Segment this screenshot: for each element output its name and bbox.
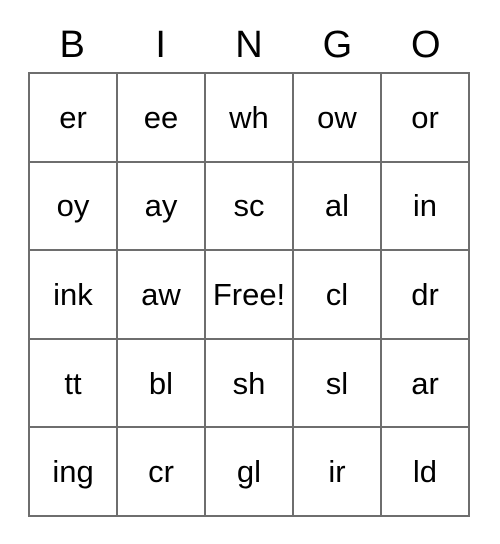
bingo-cell-label: aw bbox=[141, 276, 181, 312]
bingo-grid-row: ing cr gl ir ld bbox=[30, 428, 470, 517]
bingo-cell[interactable]: sc bbox=[206, 162, 294, 252]
bingo-cell[interactable]: in bbox=[382, 162, 470, 252]
bingo-cell-label: sh bbox=[232, 365, 266, 401]
bingo-cell-label: cl bbox=[325, 276, 349, 312]
bingo-grid-row: tt bl sh sl ar bbox=[30, 339, 470, 429]
bingo-cell-label: in bbox=[412, 188, 438, 224]
bingo-cell-label: ir bbox=[328, 454, 346, 490]
bingo-cell[interactable]: aw bbox=[118, 251, 206, 340]
bingo-cell[interactable]: gl bbox=[206, 428, 294, 517]
bingo-cell-label: ow bbox=[317, 99, 357, 135]
bingo-cell[interactable]: ar bbox=[382, 339, 470, 429]
bingo-cell-label: tt bbox=[64, 365, 82, 401]
bingo-header-letter-n: N bbox=[235, 24, 263, 66]
bingo-cell[interactable]: er bbox=[30, 74, 118, 163]
bingo-cell-label: sl bbox=[325, 365, 349, 401]
bingo-cell-label: oy bbox=[56, 188, 90, 224]
bingo-header-letter-o: O bbox=[411, 24, 441, 66]
bingo-header-row: B I N G O bbox=[28, 18, 470, 72]
bingo-cell[interactable]: tt bbox=[30, 339, 118, 429]
bingo-cell[interactable]: cl bbox=[294, 251, 382, 340]
bingo-cell-label: cr bbox=[148, 454, 174, 490]
bingo-cell-label: wh bbox=[229, 99, 269, 135]
bingo-cell-label: al bbox=[324, 188, 350, 224]
bingo-cell-label: ay bbox=[144, 188, 178, 224]
bingo-header-letter-b: B bbox=[59, 24, 85, 66]
bingo-cell-label: er bbox=[59, 99, 87, 135]
bingo-cell-label: dr bbox=[411, 276, 439, 312]
bingo-cell[interactable]: oy bbox=[30, 162, 118, 252]
bingo-cell[interactable]: ld bbox=[382, 428, 470, 517]
bingo-cell-label: sc bbox=[233, 188, 265, 224]
bingo-grid-row: er ee wh ow or bbox=[30, 74, 470, 163]
bingo-cell[interactable]: sl bbox=[294, 339, 382, 429]
bingo-cell[interactable]: ay bbox=[118, 162, 206, 252]
bingo-cell[interactable]: bl bbox=[118, 339, 206, 429]
bingo-cell[interactable]: wh bbox=[206, 74, 294, 163]
bingo-card: B I N G O er ee wh ow or oy ay sc al in … bbox=[28, 18, 470, 517]
bingo-grid-row: oy ay sc al in bbox=[30, 162, 470, 252]
bingo-cell-label: gl bbox=[236, 454, 262, 490]
bingo-header-letter-i: I bbox=[155, 24, 166, 66]
bingo-cell[interactable]: ir bbox=[294, 428, 382, 517]
bingo-cell-label: ing bbox=[52, 454, 94, 490]
bingo-cell[interactable]: or bbox=[382, 74, 470, 163]
bingo-cell[interactable]: ink bbox=[30, 251, 118, 340]
bingo-cell[interactable]: cr bbox=[118, 428, 206, 517]
bingo-free-space-label: Free! bbox=[212, 276, 286, 312]
bingo-cell-label: or bbox=[411, 99, 439, 135]
bingo-cell-label: ee bbox=[143, 99, 179, 135]
bingo-cell-label: ld bbox=[412, 454, 438, 490]
bingo-free-space-cell[interactable]: Free! bbox=[206, 251, 294, 340]
bingo-cell-label: ink bbox=[53, 276, 93, 312]
bingo-grid-row: ink aw Free! cl dr bbox=[30, 251, 470, 340]
bingo-cell[interactable]: al bbox=[294, 162, 382, 252]
bingo-grid: er ee wh ow or oy ay sc al in ink aw Fre… bbox=[28, 72, 470, 517]
bingo-cell[interactable]: ing bbox=[30, 428, 118, 517]
bingo-cell[interactable]: ee bbox=[118, 74, 206, 163]
bingo-cell[interactable]: dr bbox=[382, 251, 470, 340]
bingo-cell-label: bl bbox=[148, 365, 174, 401]
bingo-cell-label: ar bbox=[411, 365, 439, 401]
bingo-header-letter-g: G bbox=[322, 24, 353, 66]
bingo-cell[interactable]: sh bbox=[206, 339, 294, 429]
bingo-cell[interactable]: ow bbox=[294, 74, 382, 163]
